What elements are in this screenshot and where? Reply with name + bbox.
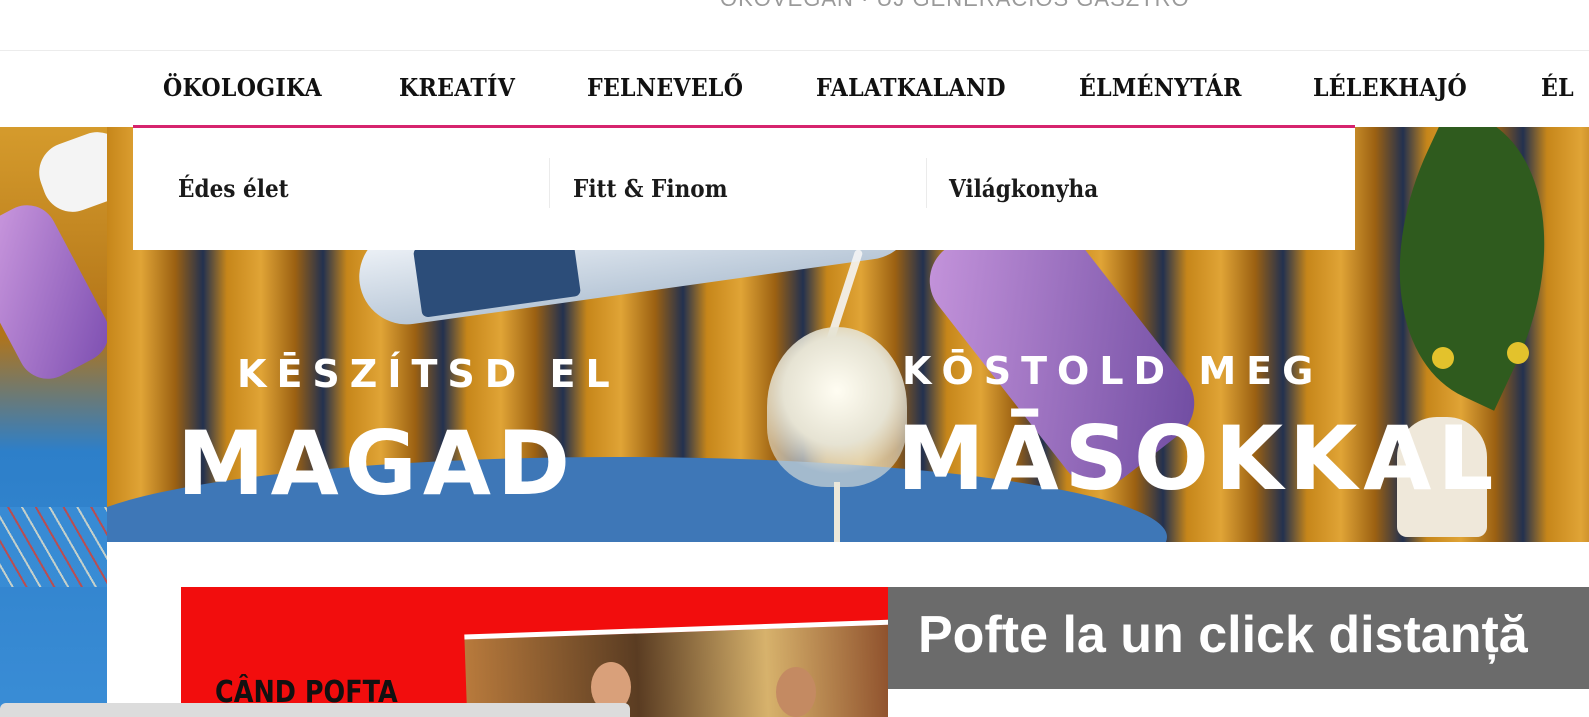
nav-item-felnevelo[interactable]: FELNEVELŐ (587, 73, 743, 102)
top-bar: ÖKOVEGÁN · ÚJ GENERÁCIÓS GASZTRO (0, 0, 1589, 51)
promo-image[interactable]: CÂND POFTA (181, 587, 888, 717)
hero-left-title: MAGAD (177, 412, 577, 515)
nav-item-truncated[interactable]: ÉL (1541, 73, 1574, 102)
hero-right-subtitle: KŌSTOLD MEG (902, 349, 1324, 393)
dropdown-item-vilagkonyha[interactable]: Világkonyha (949, 174, 1098, 203)
top-bar-text: ÖKOVEGÁN · ÚJ GENERÁCIÓS GASZTRO (720, 0, 1190, 12)
horizontal-scrollbar[interactable] (0, 703, 630, 717)
promo-title-bar[interactable]: Pofte la un click distanță (888, 587, 1589, 689)
hero-glass-image (767, 327, 907, 487)
nav-item-okologika[interactable]: ÖKOLOGIKA (163, 73, 322, 102)
nav-item-lelekhajo[interactable]: LÉLEKHAJÓ (1313, 73, 1467, 102)
side-banner-image (0, 127, 107, 717)
side-bottle-image (0, 194, 107, 390)
dropdown-item-fitt-finom[interactable]: Fitt & Finom (573, 174, 728, 203)
nav-item-falatkaland[interactable]: FALATKALAND (816, 73, 1006, 102)
promo-title[interactable]: Pofte la un click distanță (918, 605, 1528, 665)
dropdown-divider (549, 158, 550, 208)
nav-item-elmenytar[interactable]: ÉLMÉNYTÁR (1079, 73, 1242, 102)
dropdown-item-edes-elet[interactable]: Édes élet (178, 174, 289, 203)
hero-leaf-image (1340, 127, 1589, 411)
hero-right-title: MĀSOKKAL (897, 407, 1500, 510)
main-nav: ÖKOLOGIKA KREATÍV FELNEVELŐ FALATKALAND … (0, 51, 1589, 127)
nav-dropdown-menu: Édes élet Fitt & Finom Világkonyha (133, 125, 1355, 250)
dropdown-divider (926, 158, 927, 208)
hero-left-subtitle: KĒSZÍTSD EL (237, 352, 620, 396)
nav-item-kreativ[interactable]: KREATÍV (399, 73, 515, 102)
